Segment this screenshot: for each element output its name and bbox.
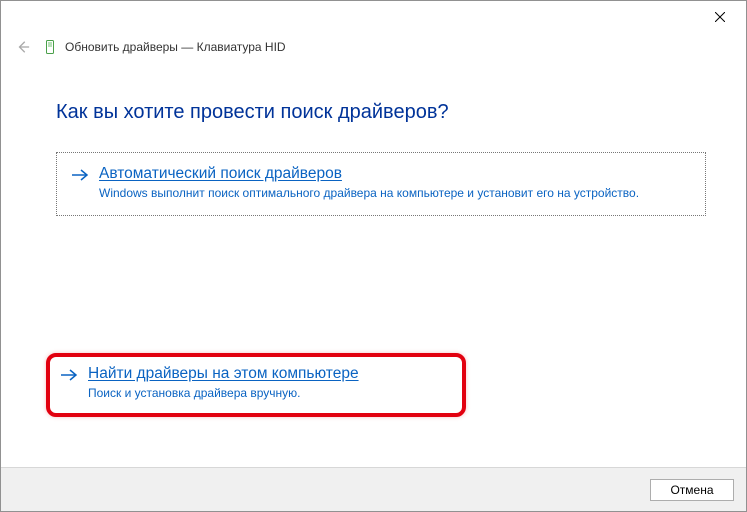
cancel-button[interactable]: Отмена xyxy=(650,479,734,501)
driver-update-dialog: Обновить драйверы — Клавиатура HID Как в… xyxy=(0,0,747,512)
dialog-content: Как вы хотите провести поиск драйверов? … xyxy=(1,61,746,467)
back-arrow-icon xyxy=(16,40,30,54)
question-heading: Как вы хотите провести поиск драйверов? xyxy=(56,101,706,124)
close-button[interactable] xyxy=(697,2,742,32)
arrow-right-icon xyxy=(71,167,89,188)
option-auto-desc: Windows выполнит поиск оптимального драй… xyxy=(99,185,691,201)
dialog-header: Обновить драйверы — Клавиатура HID xyxy=(1,33,746,61)
arrow-right-icon xyxy=(60,367,78,388)
close-icon xyxy=(715,12,725,22)
option-auto-search[interactable]: Автоматический поиск драйверов Windows в… xyxy=(56,152,706,216)
option-browse-title: Найти драйверы на этом компьютере xyxy=(88,365,452,383)
highlighted-option: Найти драйверы на этом компьютере Поиск … xyxy=(46,353,466,417)
device-icon xyxy=(43,38,57,56)
option-browse-local[interactable]: Найти драйверы на этом компьютере Поиск … xyxy=(60,365,452,401)
titlebar xyxy=(1,1,746,33)
option-auto-title: Автоматический поиск драйверов xyxy=(99,165,691,183)
back-button[interactable] xyxy=(11,35,35,59)
option-browse-desc: Поиск и установка драйвера вручную. xyxy=(88,385,452,401)
dialog-footer: Отмена xyxy=(1,467,746,511)
dialog-title: Обновить драйверы — Клавиатура HID xyxy=(65,40,286,54)
